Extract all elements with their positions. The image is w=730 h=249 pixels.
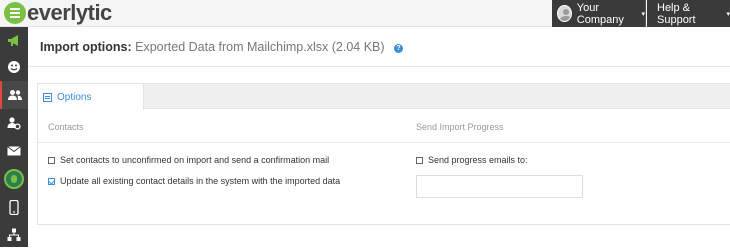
sidebar-item-contacts[interactable] [0, 81, 28, 109]
send-progress-label: Send progress emails to: [428, 155, 528, 165]
logo-mark-icon [4, 2, 26, 24]
help-support-label: Help & Support [657, 1, 696, 26]
set-unconfirmed-checkbox[interactable] [48, 156, 55, 164]
set-unconfirmed-label: Set contacts to unconfirmed on import an… [60, 155, 330, 165]
sidebar-nav [0, 27, 28, 247]
sidebar-item-insights[interactable] [0, 165, 28, 193]
company-menu-button[interactable]: Your Company ▾ [552, 0, 646, 27]
caret-down-icon: ▾ [726, 10, 730, 18]
update-existing-checkbox[interactable] [48, 177, 55, 185]
megaphone-icon [8, 35, 18, 46]
sidebar-item-mail[interactable] [0, 137, 28, 165]
help-icon[interactable]: ? [394, 44, 404, 53]
sidebar-item-user-settings[interactable] [0, 109, 28, 137]
sidebar-item-structure[interactable] [0, 221, 28, 249]
user-settings-icon [7, 117, 21, 130]
avatar-icon [557, 5, 572, 22]
sidebar-item-surveys[interactable] [0, 53, 28, 81]
import-options-panel: Options Contacts Send Import Progress Se… [37, 83, 730, 225]
contacts-heading: Contacts [48, 122, 84, 132]
everlytic-logo[interactable]: everlytic [4, 2, 112, 24]
update-existing-label: Update all existing contact details in t… [60, 176, 341, 186]
tab-options-label: Options [57, 91, 92, 103]
logo-text: everlytic [27, 0, 112, 25]
tab-bar: Options [38, 84, 730, 110]
send-progress-checkbox[interactable] [416, 156, 423, 164]
sitemap-icon [7, 228, 21, 241]
sidebar-item-sms[interactable] [0, 193, 28, 221]
send-import-progress-heading: Send Import Progress [416, 122, 504, 132]
options-icon [43, 92, 52, 102]
page-title-filename: Exported Data from Mailchimp.xlsx (2.04 … [135, 40, 385, 54]
top-bar: everlytic Your Company ▾ Help & Support … [0, 0, 730, 27]
mobile-icon [9, 199, 19, 215]
set-unconfirmed-option[interactable]: Set contacts to unconfirmed on import an… [48, 155, 329, 165]
smiley-icon [8, 61, 20, 73]
caret-down-icon: ▾ [641, 10, 645, 18]
section-divider [38, 142, 730, 143]
mail-icon [7, 146, 21, 156]
progress-email-input[interactable] [416, 175, 583, 198]
page-title: Import options: Exported Data from Mailc… [40, 40, 404, 54]
help-support-button[interactable]: Help & Support ▾ [647, 0, 730, 27]
page-title-label: Import options: [40, 40, 132, 54]
update-existing-option[interactable]: Update all existing contact details in t… [48, 176, 340, 186]
sidebar-item-campaigns[interactable] [0, 27, 28, 55]
company-label: Your Company [576, 1, 624, 26]
contacts-icon [8, 90, 22, 100]
title-divider [28, 66, 730, 67]
lightbulb-icon [4, 169, 24, 189]
send-progress-option[interactable]: Send progress emails to: [416, 155, 528, 165]
tab-options[interactable]: Options [38, 84, 144, 110]
